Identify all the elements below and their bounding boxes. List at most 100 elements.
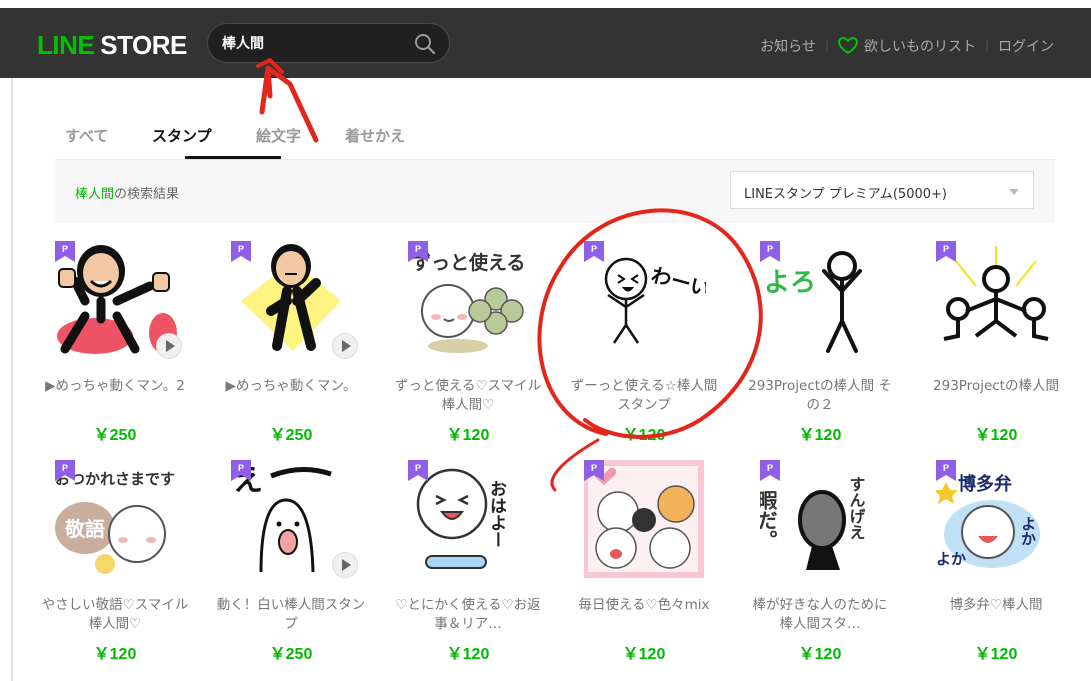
sticker-price: ￥120 [798,646,842,663]
filter-selected-value: LINEスタンプ プレミアム(5000+) [744,187,947,202]
login-link[interactable]: ログイン [998,36,1054,56]
svg-text:P: P [767,463,773,473]
premium-badge: P [584,241,604,262]
page-border [11,78,13,681]
svg-text:P: P [767,244,773,254]
category-tabs: すべて スタンプ 絵文字 着せかえ [55,115,1055,160]
sticker-title[interactable]: 293Projectの棒人間 その２ [745,377,895,415]
sticker-title[interactable]: 博多弁♡棒人間 [921,596,1071,615]
sticker-title[interactable]: ♡とにかく使える♡お返事＆リア… [393,596,543,634]
header-links: お知らせ | 欲しいものリスト | ログイン [760,36,1054,56]
premium-badge: P [584,460,604,481]
divider: | [984,39,989,53]
sticker-title[interactable]: 動く！白い棒人間スタンプ [216,596,366,634]
svg-text:敬語: 敬語 [64,517,105,541]
svg-text:P: P [415,463,421,473]
sticker-title[interactable]: 毎日使える♡色々mix [569,596,719,615]
sticker-price: ￥250 [269,427,313,444]
sticker-thumbnail[interactable]: P [569,460,719,578]
svg-text:P: P [62,244,68,254]
top-bar: LINESTORE お知らせ | 欲しいものリスト | ログイン [0,0,1091,78]
search-box [207,23,450,63]
sticker-thumbnail[interactable]: おはよー P [393,460,543,578]
sticker-title[interactable]: ずっと使える♡スマイル棒人間♡ [393,377,543,415]
sticker-price: ￥250 [93,427,137,444]
wishlist-link[interactable]: 欲しいものリスト [837,36,976,56]
svg-text:P: P [62,463,68,473]
sticker-title[interactable]: ずーっと使える☆棒人間スタンプ [569,377,719,415]
line-store-logo[interactable]: LINE STORE [37,30,187,61]
svg-text:わーい!!: わーい!! [649,263,706,306]
search-keyword[interactable]: 棒人間 [75,187,114,202]
sticker-title[interactable]: ▶めっちゃ動くマン。 [216,377,366,396]
sticker-thumbnail[interactable]: P [216,241,366,359]
sticker-thumbnail[interactable]: P [40,241,190,359]
play-icon[interactable] [332,333,358,359]
heart-icon [837,37,858,55]
sticker-price: ￥120 [622,646,666,663]
sticker-thumbnail[interactable]: 暇だ。 すんげえ P [745,460,895,578]
sticker-thumbnail[interactable]: え P [216,460,366,578]
tab-all[interactable]: すべて [65,125,108,146]
tab-emoji[interactable]: 絵文字 [256,125,301,146]
premium-badge: P [760,241,780,262]
premium-badge: P [760,460,780,481]
premium-badge: P [55,460,75,481]
sticker-title[interactable]: 293Projectの棒人間 [921,377,1071,396]
premium-badge: P [231,241,251,262]
sticker-thumbnail[interactable]: P [921,241,1071,359]
search-result-bar: 棒人間の検索結果 LINEスタンプ プレミアム(5000+) [55,160,1055,223]
wishlist-label: 欲しいものリスト [863,39,976,55]
svg-text:博多弁: 博多弁 [958,473,1012,495]
premium-badge: P [55,241,75,262]
svg-text:P: P [943,244,949,254]
chevron-down-icon [1009,189,1019,195]
svg-text:暇だ。: 暇だ。 [760,490,778,550]
sticker-price: ￥120 [974,646,1018,663]
tab-themes[interactable]: 着せかえ [345,125,405,146]
search-input[interactable] [222,33,402,53]
tab-stickers[interactable]: スタンプ [152,125,212,146]
svg-text:P: P [591,463,597,473]
svg-text:ずっと使える: ずっと使える [412,252,525,274]
sticker-thumbnail[interactable]: わーい!! P [569,241,719,359]
sticker-thumbnail[interactable]: おつかれさまです 敬語 P [40,460,190,578]
sticker-thumbnail[interactable]: よろ P [745,241,895,359]
sticker-price: ￥120 [974,427,1018,444]
svg-text:おはよー: おはよー [486,480,506,548]
search-result-suffix: の検索結果 [114,187,180,202]
search-result-label: 棒人間の検索結果 [75,183,179,202]
sticker-price: ￥120 [446,427,490,444]
logo-line-text: LINE [37,30,95,60]
sticker-price: ￥120 [446,646,490,663]
sticker-title[interactable]: やさしい敬語♡スマイル棒人間♡ [40,596,190,634]
play-icon[interactable] [332,552,358,578]
play-icon[interactable] [156,333,182,359]
sticker-title[interactable]: 棒が好きな人のために 棒人間スタ… [745,596,895,634]
sticker-title[interactable]: ▶めっちゃ動くマン。2 [40,377,190,396]
active-tab-indicator [185,156,281,159]
premium-badge: P [231,460,251,481]
svg-text:よか: よか [936,550,966,568]
search-icon[interactable] [413,32,437,56]
logo-store-text: STORE [100,30,187,60]
divider: | [824,39,829,53]
svg-text:すんげえ: すんげえ [847,476,866,540]
sticker-price: ￥250 [269,646,313,663]
sticker-price: ￥120 [798,427,842,444]
notice-link[interactable]: お知らせ [760,36,816,56]
premium-badge: P [408,241,428,262]
sticker-filter-dropdown[interactable]: LINEスタンプ プレミアム(5000+) [730,171,1034,209]
premium-badge: P [408,460,428,481]
svg-text:P: P [415,244,421,254]
svg-text:P: P [943,463,949,473]
premium-badge: P [936,241,956,262]
svg-text:よろ: よろ [764,268,816,298]
svg-text:P: P [238,244,244,254]
sticker-price: ￥120 [622,427,666,444]
premium-badge: P [936,460,956,481]
sticker-thumbnail[interactable]: ずっと使える P [393,241,543,359]
sticker-price: ￥120 [93,646,137,663]
svg-text:P: P [591,244,597,254]
sticker-thumbnail[interactable]: 博多弁 よか よか P [921,460,1071,578]
